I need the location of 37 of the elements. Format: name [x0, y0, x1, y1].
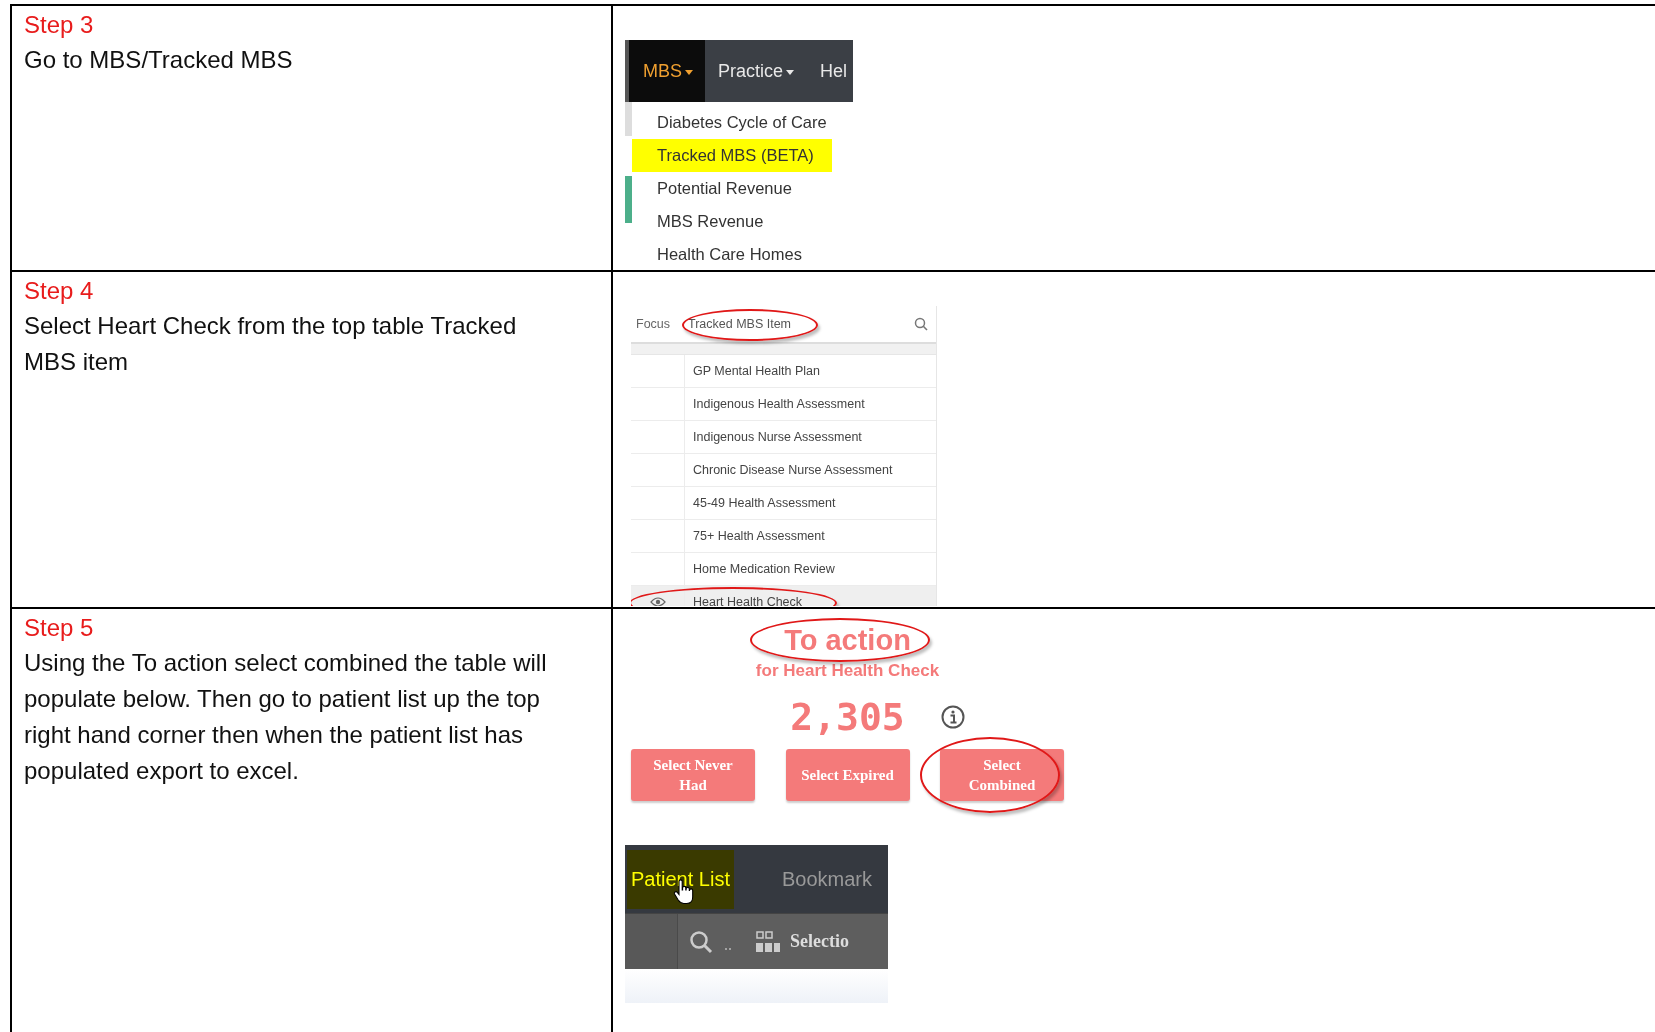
ellipsis-icon[interactable]	[724, 946, 732, 951]
step-instruction: Go to MBS/Tracked MBS	[24, 45, 294, 75]
list-row[interactable]: 75+ Health Assessment	[631, 520, 936, 553]
menu-item[interactable]: Health Care Homes	[632, 238, 832, 270]
column-header: Focus	[635, 317, 672, 331]
step-heading: Step 5	[24, 613, 95, 643]
list-row[interactable]: Indigenous Nurse Assessment	[631, 421, 936, 454]
list-row[interactable]: GP Mental Health Plan	[631, 355, 936, 388]
menu-item[interactable]: Potential Revenue	[632, 172, 832, 205]
menu-item[interactable]: MBS Revenue	[632, 205, 832, 238]
menu-item[interactable]: Diabetes Cycle of Care	[632, 106, 832, 139]
list-row[interactable]: Chronic Disease Nurse Assessment	[631, 454, 936, 487]
step-heading: Step 4	[24, 276, 95, 306]
kpi-subtitle: for Heart Health Check	[755, 661, 940, 681]
list-row[interactable]: Heart Health Check	[631, 586, 936, 606]
list-row[interactable]: Indigenous Health Assessment	[631, 388, 936, 421]
menu-item[interactable]: Tracked MBS (BETA)	[632, 139, 832, 172]
step-instruction: Select Heart Check from the top table Tracked MBS item	[24, 311, 518, 377]
toolbar-label[interactable]: Selectio	[790, 931, 849, 952]
step-instruction: Using the To action select combined the table will populate below. Then go to patient list up the top right hand corner then when the patient list has populated export to excel.	[24, 648, 548, 786]
nav-tab[interactable]: Patient List	[627, 849, 734, 909]
info-icon[interactable]	[940, 705, 965, 729]
kpi-value: 2,305	[790, 695, 905, 739]
step-heading: Step 3	[24, 10, 95, 40]
eye-icon	[649, 597, 666, 606]
list-row[interactable]: 45-49 Health Assessment	[631, 487, 936, 520]
menu-tab[interactable]: Practice	[705, 40, 808, 102]
caret-icon	[786, 69, 795, 75]
nav-tab[interactable]: Bookmark	[777, 849, 876, 909]
menu-tab[interactable]: Hel	[807, 40, 853, 102]
kpi-title: To action	[784, 623, 911, 657]
search-icon[interactable]	[688, 928, 714, 955]
grid-icon[interactable]	[756, 930, 780, 953]
menu-tab[interactable]: MBS	[629, 40, 705, 102]
caret-icon	[685, 69, 693, 75]
column-header[interactable]: Tracked MBS Item	[688, 317, 792, 331]
search-icon[interactable]	[914, 317, 928, 331]
